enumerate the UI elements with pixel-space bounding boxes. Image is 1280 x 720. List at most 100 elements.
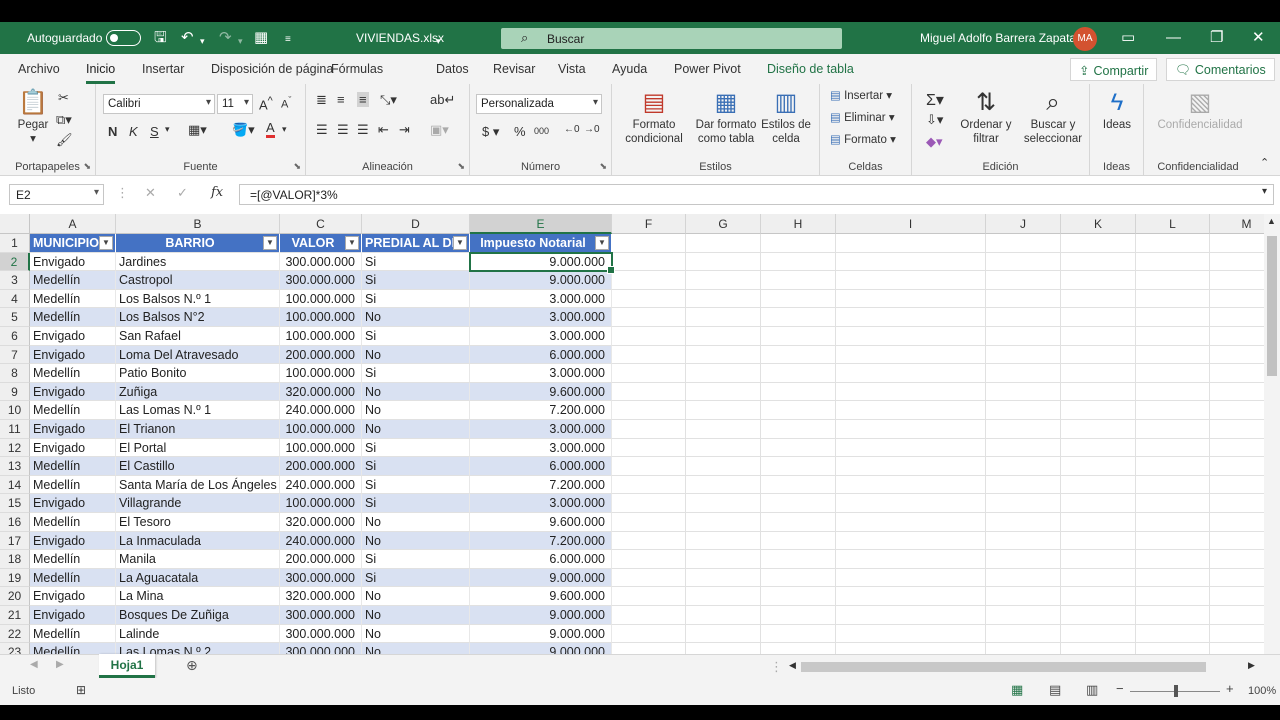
table-cell[interactable]: Si [362,252,470,272]
empty-cell[interactable] [1061,513,1136,532]
table-cell[interactable]: 3.000.000 [470,289,612,309]
scroll-left-icon[interactable]: ◀ [789,660,796,671]
table-cell[interactable]: Envigado [30,587,116,606]
empty-cell[interactable] [686,513,761,532]
table-cell[interactable]: 300.000.000 [280,568,362,588]
table-cell[interactable]: Medellín [30,401,116,420]
insert-cells-button[interactable]: ▤ Insertar ▾ [830,89,892,103]
sheet-tab-hoja1[interactable]: Hoja1 [99,654,155,678]
empty-cell[interactable] [1061,252,1136,272]
horizontal-scrollbar[interactable]: ◀ ▶ [787,659,1260,675]
thousands-icon[interactable]: 000 [534,126,549,136]
empty-cell[interactable] [1061,624,1136,644]
prev-sheet-icon[interactable]: ◀ [30,659,38,670]
empty-cell[interactable] [761,308,836,327]
empty-cell[interactable] [836,550,986,569]
zoom-in-icon[interactable]: + [1226,681,1234,696]
table-cell[interactable]: No [362,643,470,654]
empty-cell[interactable] [1136,494,1210,513]
row-header[interactable]: 13 [0,457,30,476]
table-cell[interactable]: No [362,606,470,625]
table-cell[interactable]: 9.000.000 [470,568,612,588]
empty-cell[interactable] [986,345,1061,365]
vertical-scrollbar[interactable]: ▲ ▼ [1264,214,1280,676]
empty-cell[interactable] [761,252,836,272]
empty-cell[interactable] [1136,606,1210,625]
formula-input[interactable]: =[@VALOR]*3% [239,184,1274,205]
underline-button[interactable]: S [150,124,159,139]
table-cell[interactable]: 300.000.000 [280,643,362,654]
empty-cell[interactable] [761,364,836,383]
save-icon[interactable]: 🖫 [154,29,167,47]
empty-cell[interactable] [836,364,986,383]
table-cell[interactable]: 3.000.000 [470,494,612,513]
empty-cell[interactable] [836,382,986,402]
empty-cell[interactable] [1136,438,1210,458]
empty-cell[interactable] [686,475,761,495]
empty-cell[interactable] [1061,550,1136,569]
row-header[interactable]: 19 [0,568,30,588]
table-cell[interactable]: No [362,420,470,439]
empty-cell[interactable] [1210,234,1264,253]
table-header-cell[interactable]: BARRIO ▼ [116,234,280,253]
table-cell[interactable]: 320.000.000 [280,587,362,606]
empty-cell[interactable] [1136,401,1210,420]
empty-cell[interactable] [986,513,1061,532]
empty-cell[interactable] [1061,234,1136,253]
row-header[interactable]: 18 [0,550,30,569]
table-cell[interactable]: Medellín [30,289,116,309]
expand-formula-icon[interactable]: ▾ [1262,186,1267,197]
table-cell[interactable]: Envigado [30,438,116,458]
table-cell[interactable]: 9.600.000 [470,382,612,402]
empty-cell[interactable] [986,308,1061,327]
empty-cell[interactable] [1210,643,1264,654]
table-cell[interactable]: Medellín [30,475,116,495]
table-cell[interactable]: No [362,624,470,644]
empty-cell[interactable] [1061,475,1136,495]
empty-cell[interactable] [686,345,761,365]
redo-dropdown-icon[interactable]: ▾ [238,32,243,50]
table-cell[interactable]: 100.000.000 [280,494,362,513]
bold-button[interactable]: N [108,124,117,139]
table-cell[interactable]: Lalinde [116,624,280,644]
launcher-icon[interactable]: ⬊ [83,161,91,172]
empty-cell[interactable] [686,420,761,439]
empty-cell[interactable] [612,438,686,458]
table-cell[interactable]: Medellín [30,308,116,327]
empty-cell[interactable] [761,420,836,439]
table-cell[interactable]: Medellín [30,513,116,532]
table-cell[interactable]: 9.000.000 [470,606,612,625]
table-cell[interactable]: 320.000.000 [280,382,362,402]
empty-cell[interactable] [986,606,1061,625]
row-header[interactable]: 2 [0,252,30,272]
empty-cell[interactable] [986,643,1061,654]
table-header-cell[interactable]: MUNICIPIO ▼ [30,234,116,253]
empty-cell[interactable] [612,475,686,495]
normal-view-icon[interactable]: ▦ [1011,682,1023,698]
empty-cell[interactable] [612,271,686,290]
empty-cell[interactable] [1210,290,1264,309]
empty-cell[interactable] [761,401,836,420]
fill-icon[interactable]: ⇩▾ [926,112,943,128]
column-header[interactable]: D [362,214,470,234]
table-cell[interactable]: No [362,531,470,551]
empty-cell[interactable] [686,289,761,309]
table-cell[interactable]: Envigado [30,531,116,551]
empty-cell[interactable] [686,234,761,253]
table-cell[interactable]: Medellín [30,271,116,290]
align-middle-icon[interactable]: ≡ [337,92,345,107]
table-cell[interactable]: Castropol [116,271,280,290]
empty-cell[interactable] [1136,513,1210,532]
empty-cell[interactable] [1210,550,1264,569]
conditional-format-button[interactable]: ▤ Formato condicional [616,88,692,146]
empty-cell[interactable] [986,271,1061,290]
empty-cell[interactable] [1210,271,1264,290]
table-cell[interactable]: Envigado [30,345,116,365]
tab-power-pivot[interactable]: Power Pivot [674,62,741,76]
row-header[interactable]: 17 [0,531,30,551]
table-cell[interactable]: Zuñiga [116,382,280,402]
empty-cell[interactable] [836,308,986,327]
empty-cell[interactable] [612,550,686,569]
empty-cell[interactable] [836,420,986,439]
filename-dropdown-icon[interactable]: ▾ [436,32,441,50]
